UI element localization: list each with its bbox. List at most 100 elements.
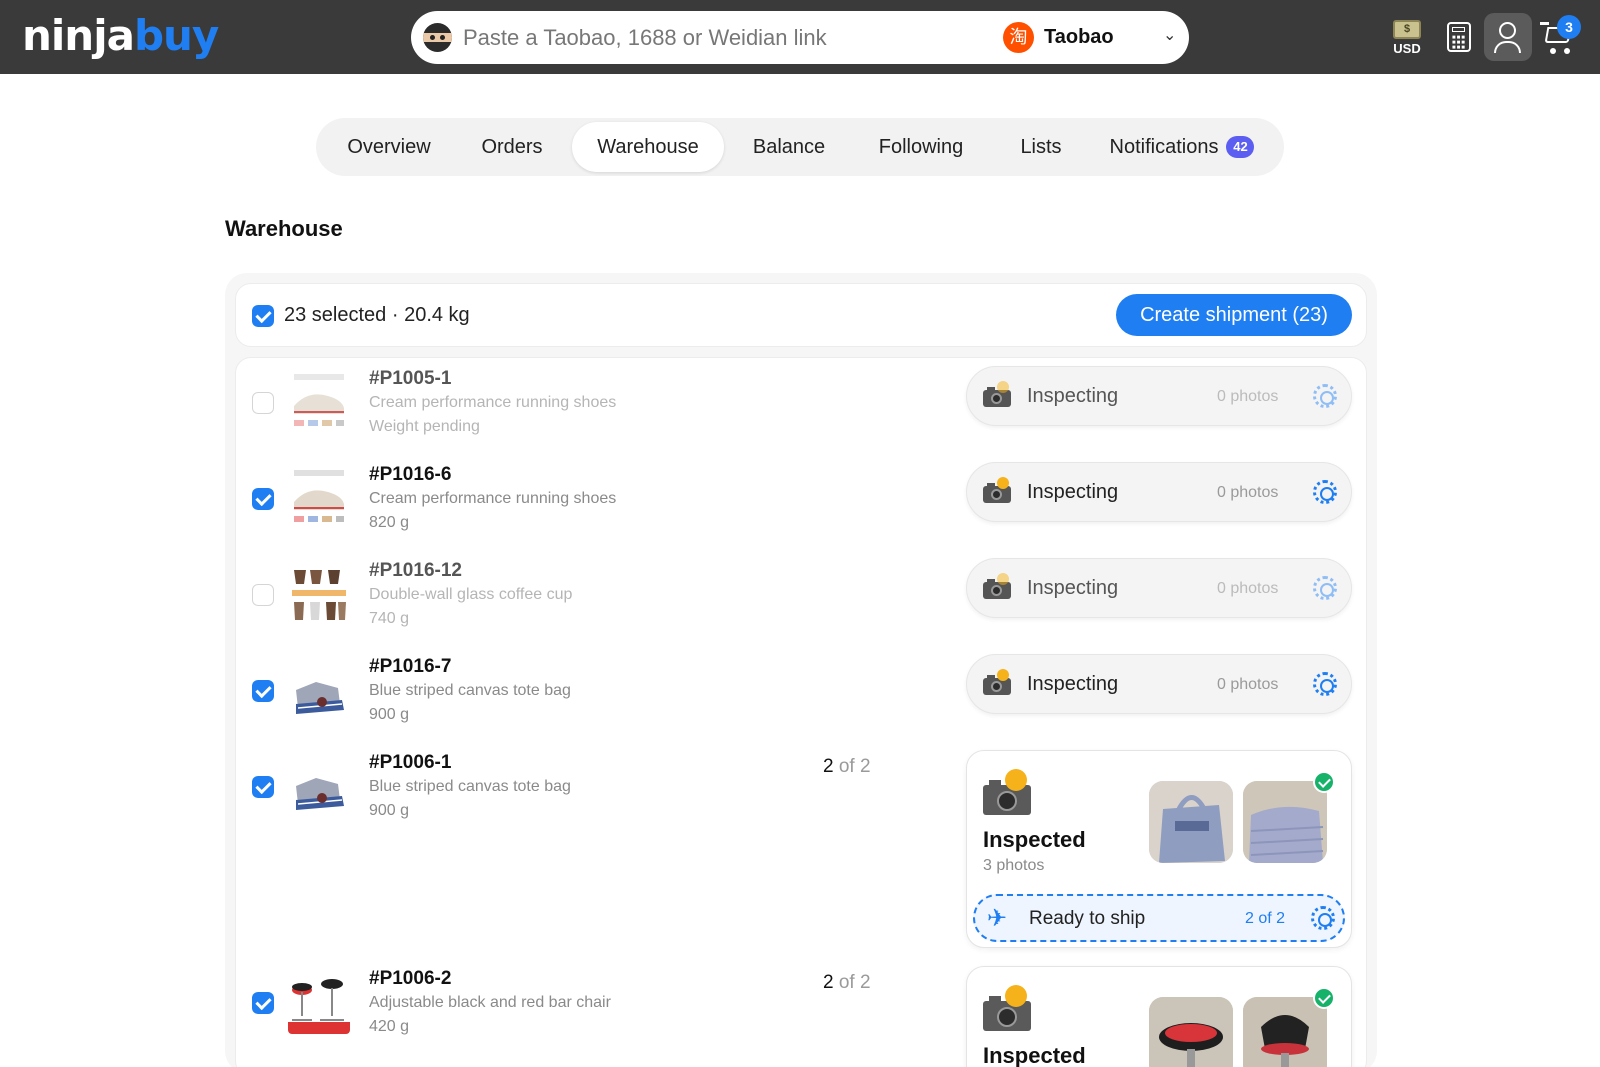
ninja-mascot-icon bbox=[423, 23, 452, 52]
item-id: #P1016-12 bbox=[369, 560, 462, 581]
photo-count: 3 photos bbox=[983, 857, 1045, 874]
ninjabuy-logo[interactable]: ninjabuy bbox=[22, 12, 219, 60]
item-checkbox[interactable] bbox=[252, 680, 274, 702]
notification-count-badge: 42 bbox=[1226, 136, 1255, 158]
tab-orders[interactable]: Orders bbox=[462, 122, 562, 172]
selection-bar: 23 selected · 20.4 kg Create shipment (2… bbox=[235, 283, 1367, 347]
loading-spinner-icon bbox=[1313, 576, 1337, 600]
item-weight: 900 g bbox=[369, 802, 410, 819]
item-weight: Weight pending bbox=[369, 418, 480, 435]
item-weight: 740 g bbox=[369, 610, 410, 627]
item-description: Double-wall glass coffee cup bbox=[369, 586, 573, 603]
item-checkbox[interactable] bbox=[252, 488, 274, 510]
tab-following[interactable]: Following bbox=[856, 122, 986, 172]
loading-spinner-icon bbox=[1311, 906, 1335, 930]
account-button[interactable] bbox=[1484, 13, 1532, 61]
item-quantity: 2 of 2 bbox=[823, 756, 871, 778]
inspection-photo[interactable] bbox=[1149, 997, 1233, 1067]
camera-icon bbox=[983, 669, 1011, 695]
item-description: Blue striped canvas tote bag bbox=[369, 778, 571, 795]
item-description: Blue striped canvas tote bag bbox=[369, 682, 571, 699]
tab-lists[interactable]: Lists bbox=[1000, 122, 1082, 172]
chevron-down-icon: ⌄ bbox=[1163, 25, 1177, 44]
list-item: #P1006-1 Blue striped canvas tote bag 90… bbox=[236, 742, 1368, 958]
currency-label: USD bbox=[1393, 41, 1421, 56]
account-tabs: Overview Orders Warehouse Balance Follow… bbox=[316, 118, 1284, 176]
item-checkbox[interactable] bbox=[252, 392, 274, 414]
warehouse-item-list: #P1005-1 Cream performance running shoes… bbox=[235, 357, 1367, 1067]
status-pill[interactable]: Inspecting 0 photos bbox=[966, 654, 1352, 714]
photo-count: 0 photos bbox=[1217, 388, 1279, 405]
money-icon: $ bbox=[1393, 20, 1421, 39]
item-thumbnail[interactable] bbox=[288, 564, 350, 626]
item-thumbnail[interactable] bbox=[288, 372, 350, 434]
cart-count-badge: 3 bbox=[1557, 15, 1581, 39]
status-label: Inspecting bbox=[1027, 577, 1119, 599]
item-thumbnail[interactable] bbox=[288, 756, 350, 818]
loading-spinner-icon bbox=[1313, 384, 1337, 408]
photo-count: 0 photos bbox=[1217, 676, 1279, 693]
tab-overview[interactable]: Overview bbox=[330, 122, 448, 172]
item-weight: 900 g bbox=[369, 706, 410, 723]
link-search-bar: 淘 Taobao ⌄ bbox=[411, 11, 1189, 64]
item-thumbnail[interactable] bbox=[288, 660, 350, 722]
item-id: #P1006-1 bbox=[369, 752, 452, 773]
tab-warehouse[interactable]: Warehouse bbox=[572, 122, 724, 172]
camera-icon bbox=[983, 477, 1011, 503]
photo-count: 0 photos bbox=[1217, 484, 1279, 501]
item-id: #P1016-7 bbox=[369, 656, 452, 677]
list-item: #P1016-6 Cream performance running shoes… bbox=[236, 454, 1368, 550]
status-pill[interactable]: Inspecting 0 photos bbox=[966, 366, 1352, 426]
camera-icon bbox=[983, 573, 1011, 599]
ready-to-ship-pill[interactable]: ✈ Ready to ship 2 of 2 bbox=[973, 894, 1345, 942]
quantity-number: 2 bbox=[823, 756, 834, 777]
item-weight: 420 g bbox=[369, 1018, 410, 1035]
inspection-photo[interactable] bbox=[1149, 781, 1233, 863]
tab-notifications-label: Notifications bbox=[1109, 136, 1219, 158]
item-checkbox[interactable] bbox=[252, 992, 274, 1014]
verified-check-icon bbox=[1313, 771, 1335, 793]
camera-flash-icon bbox=[983, 769, 1031, 815]
status-pill[interactable]: Inspecting 0 photos bbox=[966, 462, 1352, 522]
link-search-input[interactable] bbox=[463, 21, 963, 54]
item-id: #P1005-1 bbox=[369, 368, 452, 389]
airplane-icon: ✈ bbox=[987, 904, 1008, 932]
select-all-checkbox[interactable] bbox=[252, 305, 274, 327]
inspection-photo[interactable] bbox=[1243, 997, 1327, 1067]
status-label: Inspected bbox=[983, 1043, 1086, 1067]
page-title: Warehouse bbox=[225, 216, 343, 241]
platform-label: Taobao bbox=[1044, 26, 1114, 48]
camera-flash-icon bbox=[983, 985, 1031, 1031]
verified-check-icon bbox=[1313, 987, 1335, 1009]
item-id: #P1006-2 bbox=[369, 968, 452, 989]
tab-balance[interactable]: Balance bbox=[734, 122, 844, 172]
item-thumbnail[interactable] bbox=[288, 972, 350, 1034]
list-item: #P1016-12 Double-wall glass coffee cup 7… bbox=[236, 550, 1368, 646]
camera-icon bbox=[983, 381, 1011, 407]
ready-count: 2 of 2 bbox=[1245, 910, 1286, 927]
calculator-icon[interactable]: ■■■ ■■■ ■■■ bbox=[1447, 22, 1471, 52]
item-checkbox[interactable] bbox=[252, 584, 274, 606]
currency-selector[interactable]: $ USD bbox=[1390, 20, 1424, 60]
status-pill[interactable]: Inspecting 0 photos bbox=[966, 558, 1352, 618]
ready-label: Ready to ship bbox=[1029, 908, 1146, 929]
status-label: Inspected bbox=[983, 827, 1086, 852]
loading-spinner-icon bbox=[1313, 672, 1337, 696]
loading-spinner-icon bbox=[1313, 480, 1337, 504]
platform-selector[interactable]: 淘 Taobao ⌄ bbox=[1003, 21, 1179, 54]
create-shipment-button[interactable]: Create shipment (23) bbox=[1116, 294, 1352, 336]
item-description: Cream performance running shoes bbox=[369, 490, 617, 507]
photo-count: 0 photos bbox=[1217, 580, 1279, 597]
inspection-card[interactable]: Inspected bbox=[966, 966, 1352, 1067]
taobao-icon: 淘 bbox=[1003, 22, 1034, 53]
tab-notifications[interactable]: Notifications 42 bbox=[1092, 122, 1272, 172]
item-thumbnail[interactable] bbox=[288, 468, 350, 530]
quantity-total: of 2 bbox=[838, 972, 871, 993]
list-item: #P1005-1 Cream performance running shoes… bbox=[236, 358, 1368, 454]
inspection-card[interactable]: Inspected 3 photos ✈ Ready to ship 2 of … bbox=[966, 750, 1352, 948]
list-item: #P1016-7 Blue striped canvas tote bag 90… bbox=[236, 646, 1368, 742]
item-checkbox[interactable] bbox=[252, 776, 274, 798]
quantity-number: 2 bbox=[823, 972, 834, 993]
inspection-photo[interactable] bbox=[1243, 781, 1327, 863]
list-item: #P1006-2 Adjustable black and red bar ch… bbox=[236, 958, 1368, 1067]
